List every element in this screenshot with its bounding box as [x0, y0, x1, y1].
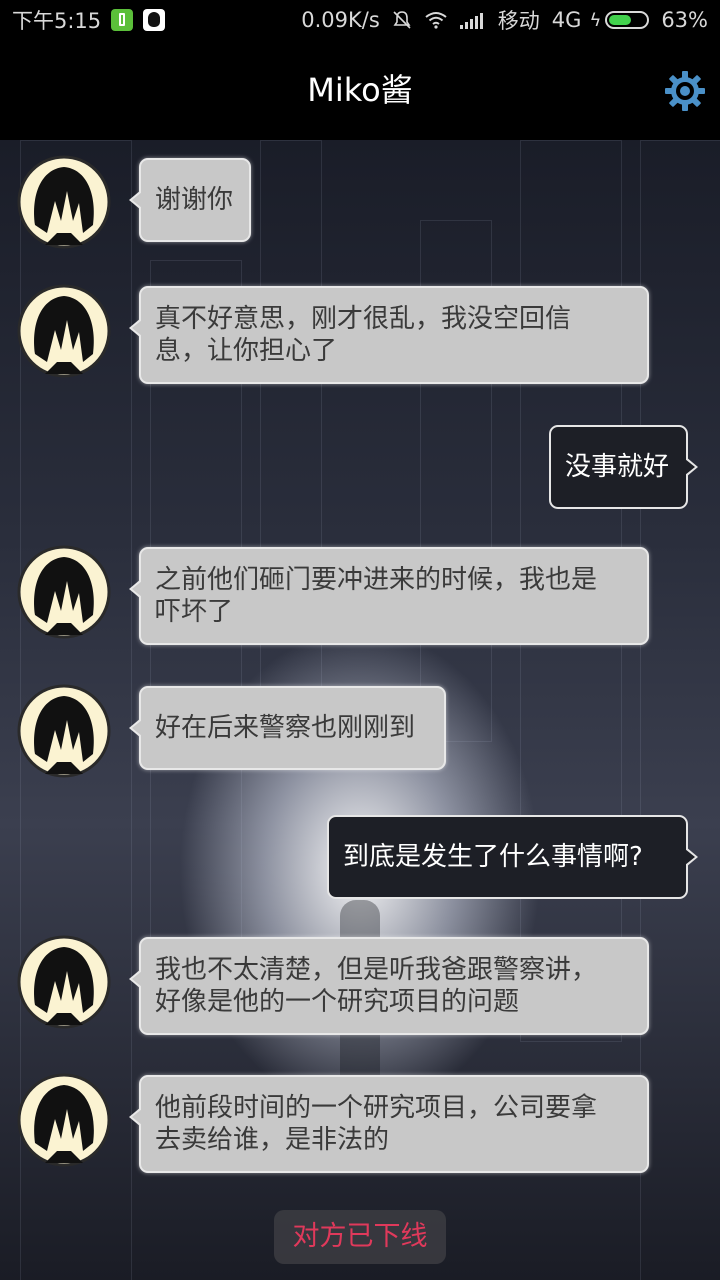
charging-icon: ϟ — [589, 9, 602, 31]
avatar[interactable] — [17, 155, 111, 249]
status-bar: 下午5:15 0.09K/s 移动 4G ϟ 63% — [0, 0, 720, 40]
avatar[interactable] — [17, 684, 111, 778]
battery-app-icon — [111, 9, 134, 31]
status-time: 下午5:15 — [12, 9, 102, 33]
qq-icon — [143, 9, 166, 31]
incoming-message[interactable]: 谢谢你 — [129, 158, 251, 242]
offline-notice: 对方已下线 — [274, 1210, 446, 1264]
incoming-message[interactable]: 真不好意思，刚才很乱，我没空回信 息，让你担心了 — [129, 286, 649, 384]
incoming-message[interactable]: 好在后来警察也刚刚到 — [129, 686, 446, 770]
outgoing-message[interactable]: 没事就好 — [549, 425, 698, 509]
wifi-icon — [425, 12, 447, 29]
battery-fill — [609, 15, 631, 25]
avatar[interactable] — [17, 545, 111, 639]
gear-icon[interactable] — [664, 70, 706, 112]
incoming-message[interactable]: 我也不太清楚，但是听我爸跟警察讲， 好像是他的一个研究项目的问题 — [129, 937, 649, 1035]
incoming-message[interactable]: 他前段时间的一个研究项目，公司要拿 去卖给谁，是非法的 — [129, 1075, 649, 1173]
battery-percent: 63% — [661, 8, 708, 32]
signal-icon — [459, 11, 486, 29]
avatar[interactable] — [17, 935, 111, 1029]
outgoing-message[interactable]: 到底是发生了什么事情啊? — [327, 815, 698, 899]
incoming-message[interactable]: 之前他们砸门要冲进来的时候，我也是 吓坏了 — [129, 547, 649, 645]
title-bar: Miko酱 — [0, 40, 720, 140]
carrier-label: 移动 — [497, 9, 540, 33]
avatar[interactable] — [17, 1073, 111, 1167]
battery-icon — [605, 11, 650, 29]
network-type: 4G — [551, 8, 582, 32]
background-building — [640, 140, 720, 1280]
net-speed: 0.09K/s — [301, 8, 380, 32]
avatar[interactable] — [17, 284, 111, 378]
mute-icon — [393, 11, 411, 29]
chat-title: Miko酱 — [307, 71, 413, 109]
